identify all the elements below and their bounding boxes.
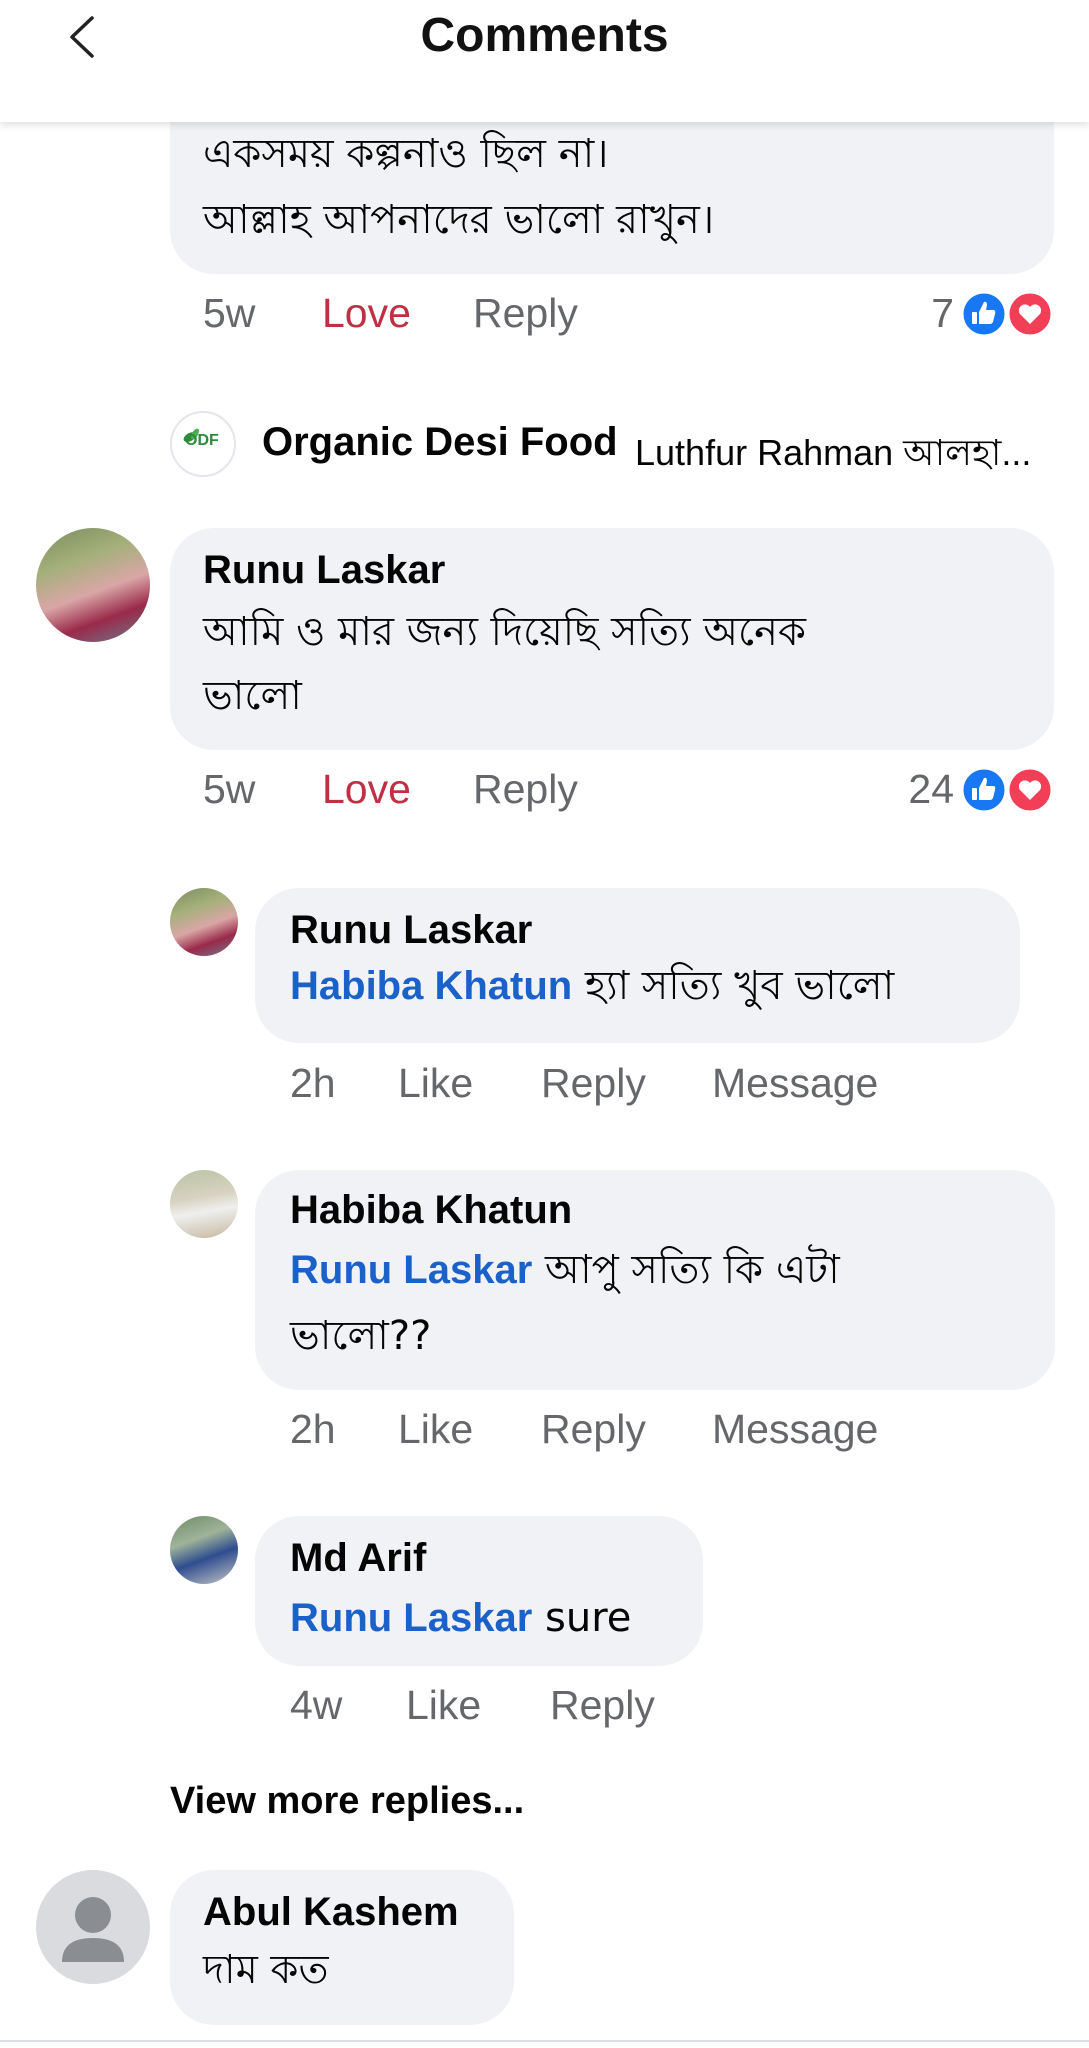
default-user-icon bbox=[62, 1897, 124, 1962]
reply-button[interactable]: Reply bbox=[473, 290, 578, 337]
message-button[interactable]: Message bbox=[712, 1060, 878, 1107]
comment-author[interactable]: Abul Kashem bbox=[203, 1890, 459, 1935]
mention-link[interactable]: Runu Laskar bbox=[290, 1248, 532, 1292]
comment-author[interactable]: Runu Laskar bbox=[203, 548, 445, 593]
love-reaction-button[interactable]: Love bbox=[322, 766, 411, 813]
love-reaction-button[interactable]: Love bbox=[322, 290, 411, 337]
mention-link[interactable]: Habiba Khatun bbox=[290, 964, 572, 1008]
reply-text-line: ভালো?? bbox=[290, 1313, 432, 1359]
reply-button[interactable]: Reply bbox=[541, 1406, 646, 1453]
comment-text: দাম কত bbox=[203, 1947, 329, 1993]
reply-button[interactable]: Reply bbox=[473, 766, 578, 813]
reaction-count[interactable]: 24 bbox=[870, 766, 954, 813]
reply-text: Habiba Khatun হ্যা সত্যি খুব ভালো bbox=[290, 963, 895, 1009]
comment-text-line: আল্লাহ আপনাদের ভালো রাখুন। bbox=[203, 197, 715, 243]
comment-text-line: ভালো bbox=[203, 673, 302, 719]
reaction-icons[interactable] bbox=[958, 290, 1054, 338]
reply-author[interactable]: Md Arif bbox=[290, 1536, 426, 1581]
comment-text-line: একসময় কল্পনাও ছিল না। bbox=[203, 131, 609, 177]
avatar[interactable] bbox=[36, 528, 150, 642]
avatar[interactable] bbox=[170, 1170, 238, 1238]
comment-time: 5w bbox=[203, 766, 256, 812]
reply-time: 2h bbox=[290, 1060, 336, 1106]
top-bar: Comments bbox=[0, 0, 1089, 122]
divider bbox=[0, 2040, 1089, 2042]
love-icon bbox=[1006, 290, 1054, 338]
like-icon bbox=[960, 290, 1008, 338]
reply-author[interactable]: Habiba Khatun bbox=[290, 1188, 572, 1233]
view-more-replies-link[interactable]: View more replies... bbox=[170, 1780, 524, 1823]
reply-time: 4w bbox=[290, 1682, 343, 1728]
love-icon bbox=[1006, 766, 1054, 814]
avatar[interactable] bbox=[170, 888, 238, 956]
like-button[interactable]: Like bbox=[406, 1682, 481, 1729]
page-reply-preview[interactable]: Luthfur Rahman আলহা... bbox=[635, 426, 1031, 486]
page-logo-text: ODF bbox=[185, 432, 219, 449]
mention-link[interactable]: Runu Laskar bbox=[290, 1596, 532, 1640]
like-button[interactable]: Like bbox=[398, 1406, 473, 1453]
like-button[interactable]: Like bbox=[398, 1060, 473, 1107]
page-name[interactable]: Organic Desi Food bbox=[262, 420, 618, 465]
reaction-icons[interactable] bbox=[958, 766, 1054, 814]
avatar[interactable] bbox=[170, 1516, 238, 1584]
page-title: Comments bbox=[420, 9, 669, 62]
comment-time: 5w bbox=[203, 290, 256, 336]
reply-author[interactable]: Runu Laskar bbox=[290, 908, 532, 953]
reaction-count[interactable]: 7 bbox=[880, 290, 954, 337]
reply-text: Runu Laskar sure bbox=[290, 1595, 632, 1641]
comment-text-line: আমি ও মার জন্য দিয়েছি সত্যি অনেক bbox=[203, 609, 806, 655]
avatar[interactable] bbox=[36, 1870, 150, 1984]
like-icon bbox=[960, 766, 1008, 814]
reply-time: 2h bbox=[290, 1406, 336, 1452]
message-button[interactable]: Message bbox=[712, 1406, 878, 1453]
reply-button[interactable]: Reply bbox=[550, 1682, 655, 1729]
reply-button[interactable]: Reply bbox=[541, 1060, 646, 1107]
reply-text: Runu Laskar আপু সত্যি কি এটা bbox=[290, 1247, 840, 1293]
